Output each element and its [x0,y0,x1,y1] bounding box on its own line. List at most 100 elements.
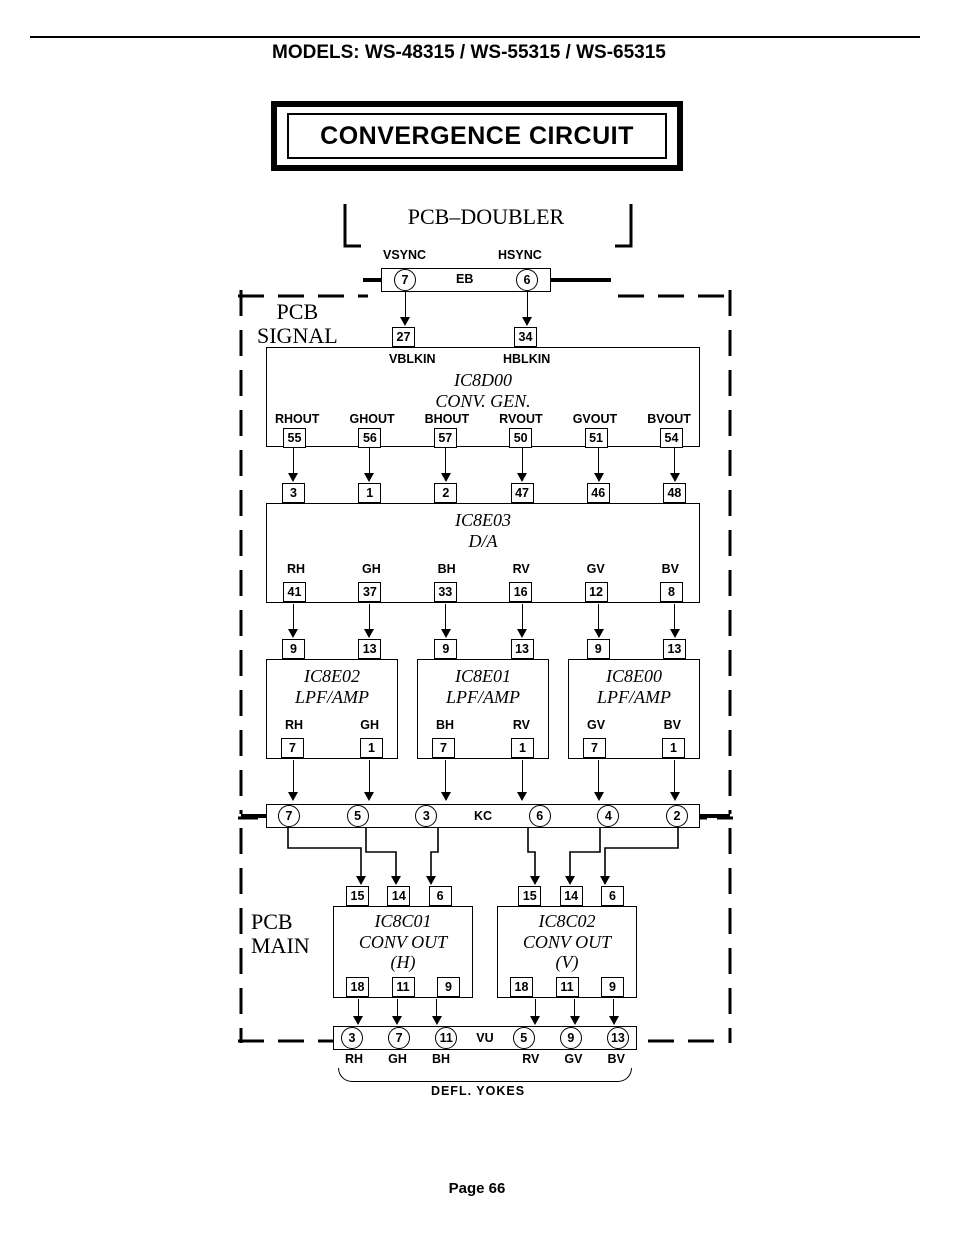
e03-out-3: 16 [509,582,532,602]
pcb-main-l2: MAIN [251,933,310,958]
lpf-in-00: 9 [282,639,305,659]
sigpin-34: 34 [514,327,537,347]
lpf2-c0: GV [587,718,605,732]
rule-top [30,36,920,38]
co0-d2: (H) [391,952,416,972]
yl-4: GV [564,1052,582,1066]
lpf2-name: IC8E00 [606,666,662,686]
eb-label: EB [456,272,473,286]
lpf2-c1: BV [664,718,681,732]
ic8e02-box: IC8E02 LPF/AMP RH GH 7 1 [266,659,398,759]
kc-stub-right [700,814,730,818]
d00-pin-3: 50 [509,428,532,448]
vblkin-label: VBLKIN [389,352,436,366]
e03-lbl-4: GV [587,562,605,576]
e03-out-2: 33 [434,582,457,602]
d00-pin-2: 57 [434,428,457,448]
lpf-in-21: 13 [663,639,686,659]
co-in-02: 6 [429,886,452,906]
ic8d00-desc: CONV. GEN. [435,391,530,411]
co1-name: IC8C02 [538,911,595,931]
eb-stub-right [551,278,611,282]
e03-out-0: 41 [283,582,306,602]
dash-right-upper [727,290,733,814]
e03-in-1: 1 [358,483,381,503]
d00-out-4: GVOUT [573,412,617,426]
dash-right-lower [727,828,733,1043]
lpf1-desc: LPF/AMP [446,687,520,707]
lpf-in-20: 9 [587,639,610,659]
kc-4: 4 [597,805,619,827]
kc-label: KC [474,809,492,823]
kc-5: 2 [666,805,688,827]
vu-1: 7 [388,1027,410,1049]
page: MODELS: WS-48315 / WS-55315 / WS-65315 C… [0,0,954,1235]
page-footer: Page 66 [0,1180,954,1197]
ic8c02-box: IC8C02 CONV OUT (V) 18 11 9 [497,906,637,998]
lpf1-name: IC8E01 [455,666,511,686]
lpf0-c0: RH [285,718,303,732]
e03-out-4: 12 [585,582,608,602]
dash-left-lower [238,828,244,1043]
lpf-in-10: 9 [434,639,457,659]
kc-0: 7 [278,805,300,827]
ic8e03-box: IC8E03 D/A RH GH BH RV GV BV 41 37 33 16… [266,503,700,603]
sigpin-27: 27 [392,327,415,347]
co-in-12: 6 [601,886,624,906]
d00-pin-0: 55 [283,428,306,448]
dash-left-upper [238,290,244,814]
vu-3: 5 [513,1027,535,1049]
defl-yokes-label: DEFL. YOKES [233,1084,723,1098]
co-in-11: 14 [560,886,583,906]
ic8c01-box: IC8C01 CONV OUT (H) 18 11 9 [333,906,473,998]
co0-o2: 9 [437,977,460,997]
vu-label: VU [476,1031,493,1045]
co0-d1: CONV OUT [359,932,447,952]
hblkin-label: HBLKIN [503,352,550,366]
d00-out-5: BVOUT [647,412,691,426]
co1-o1: 11 [556,977,579,997]
lpf2-o0: 7 [583,738,606,758]
models-header: MODELS: WS-48315 / WS-55315 / WS-65315 [272,42,666,64]
pcb-signal-l2: SIGNAL [257,323,338,348]
kc-3: 6 [529,805,551,827]
vu-5: 13 [607,1027,629,1049]
kc-stub-left [241,814,266,818]
lpf1-o0: 7 [432,738,455,758]
co-in-01: 14 [387,886,410,906]
lpf0-name: IC8E02 [304,666,360,686]
e03-in-0: 3 [282,483,305,503]
co0-o0: 18 [346,977,369,997]
lpf2-o1: 1 [662,738,685,758]
e03-lbl-0: RH [287,562,305,576]
diagram-stage: PCB–DOUBLER VSYNC HSYNC 7 EB 6 PCB SIGNA… [233,200,723,1100]
eb-stub-left [363,278,381,282]
co0-o1: 11 [392,977,415,997]
e03-in-4: 46 [587,483,610,503]
lpf-in-01: 13 [358,639,381,659]
e03-lbl-1: GH [362,562,381,576]
pcb-signal-l1: PCB [277,299,319,324]
title-text: CONVERGENCE CIRCUIT [287,113,667,159]
d00-pin-1: 56 [358,428,381,448]
e03-in-3: 47 [511,483,534,503]
co1-o2: 9 [601,977,624,997]
yl-1: GH [388,1052,407,1066]
lpf0-o1: 1 [360,738,383,758]
lpf1-c1: RV [513,718,530,732]
d00-out-1: GHOUT [349,412,394,426]
kc-1: 5 [347,805,369,827]
doubler-bracket [343,202,633,252]
hsync-label: HSYNC [498,248,542,262]
eb-pin-vsync: 7 [394,269,416,291]
e03-lbl-2: BH [438,562,456,576]
d00-out-2: BHOUT [425,412,469,426]
co-in-00: 15 [346,886,369,906]
lpf2-desc: LPF/AMP [597,687,671,707]
pcb-main-l1: PCB [251,909,293,934]
d00-out-3: RVOUT [499,412,543,426]
co1-o0: 18 [510,977,533,997]
kc-to-convout-wires [266,828,700,886]
co-in-10: 15 [518,886,541,906]
co1-d2: (V) [556,952,579,972]
